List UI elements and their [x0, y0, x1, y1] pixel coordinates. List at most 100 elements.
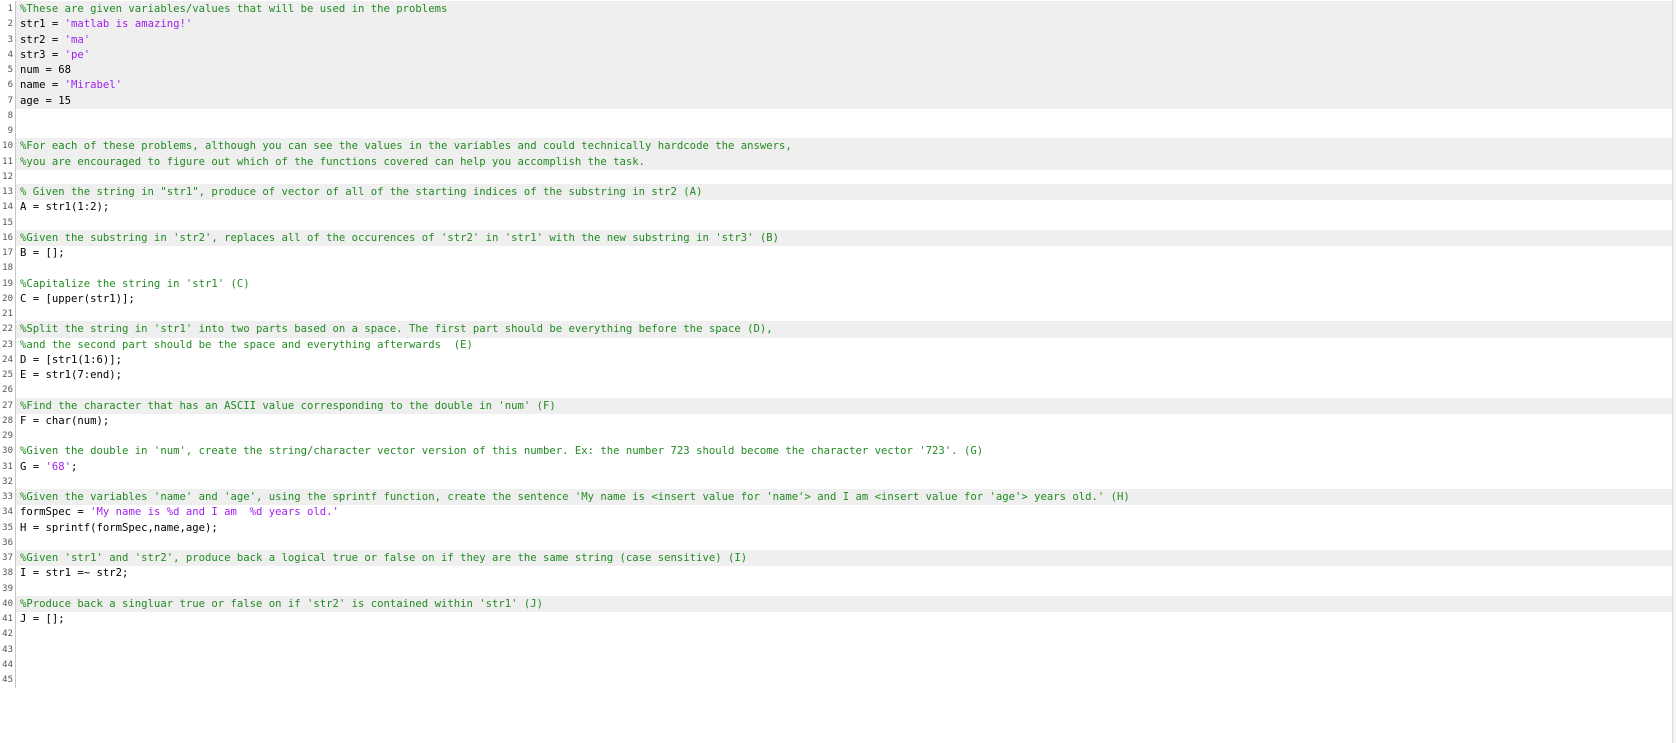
- code-line[interactable]: 3 str2 = 'ma': [0, 31, 1676, 48]
- line-content[interactable]: [16, 169, 1676, 185]
- code-line[interactable]: 15: [0, 214, 1676, 231]
- code-line[interactable]: 26: [0, 382, 1676, 399]
- code-line[interactable]: 40 %Produce back a singluar true or false…: [0, 595, 1676, 613]
- code-text: I = str1 =~ str2;: [20, 567, 129, 580]
- line-content[interactable]: %Given the double in 'num', create the s…: [16, 443, 1676, 459]
- line-content[interactable]: [16, 581, 1676, 597]
- line-content[interactable]: F = char(num);: [16, 413, 1676, 429]
- line-content[interactable]: D = [str1(1:6)];: [16, 352, 1676, 368]
- line-content[interactable]: [16, 123, 1676, 139]
- comment-text: %These are given variables/values that w…: [20, 3, 448, 16]
- code-line[interactable]: 28 F = char(num);: [0, 412, 1676, 430]
- code-line[interactable]: 37 %Given 'str1' and 'str2', produce back…: [0, 550, 1676, 567]
- code-line[interactable]: 8: [0, 107, 1676, 125]
- line-content[interactable]: num = 68: [16, 62, 1676, 79]
- line-content[interactable]: A = str1(1:2);: [16, 199, 1676, 215]
- code-line[interactable]: 23 %and the second part should be the spa…: [0, 336, 1676, 353]
- vertical-scrollbar[interactable]: [1672, 0, 1676, 743]
- line-content[interactable]: H = sprintf(formSpec,name,age);: [16, 520, 1676, 536]
- line-content[interactable]: [16, 382, 1676, 398]
- code-line[interactable]: 14 A = str1(1:2);: [0, 199, 1676, 216]
- code-line[interactable]: 35 H = sprintf(formSpec,name,age);: [0, 519, 1676, 536]
- line-number: 27: [2, 400, 13, 411]
- code-line[interactable]: 22 %Split the string in 'str1' into two p…: [0, 321, 1676, 338]
- line-content[interactable]: [16, 260, 1676, 276]
- line-content[interactable]: C = [upper(str1)];: [16, 291, 1676, 307]
- code-line[interactable]: 11 %you are encouraged to figure out whic…: [0, 153, 1676, 170]
- line-content[interactable]: E = str1(7:end);: [16, 367, 1676, 383]
- code-line[interactable]: 2 str1 = 'matlab is amazing!': [0, 16, 1676, 33]
- code-line[interactable]: 44: [0, 656, 1676, 674]
- code-line[interactable]: 19 %Capitalize the string in 'str1' (C): [0, 275, 1676, 292]
- line-content[interactable]: G = '68';: [16, 459, 1676, 475]
- line-number: 41: [2, 614, 13, 625]
- string-literal: 'My name is %d and I am %d years old.': [90, 506, 339, 519]
- code-line[interactable]: 36: [0, 534, 1676, 552]
- line-content[interactable]: [16, 215, 1676, 231]
- line-content[interactable]: formSpec = 'My name is %d and I am %d ye…: [16, 504, 1676, 520]
- line-content[interactable]: %For each of these problems, although yo…: [16, 138, 1676, 155]
- code-line[interactable]: 20 C = [upper(str1)];: [0, 290, 1676, 308]
- line-number: 40: [2, 598, 13, 609]
- code-line[interactable]: 9: [0, 123, 1676, 140]
- code-line[interactable]: 30 %Given the double in 'num', create the…: [0, 443, 1676, 460]
- code-line[interactable]: 7 age = 15: [0, 92, 1676, 109]
- code-line[interactable]: 33 %Given the variables 'name' and 'age',…: [0, 489, 1676, 506]
- code-line[interactable]: 17 B = [];: [0, 245, 1676, 262]
- code-line[interactable]: 18: [0, 260, 1676, 277]
- code-line[interactable]: 5 num = 68: [0, 62, 1676, 79]
- code-editor[interactable]: 1 %These are given variables/values that …: [0, 0, 1676, 743]
- line-content[interactable]: [16, 306, 1676, 322]
- code-line[interactable]: 41 J = [];: [0, 611, 1676, 628]
- code-line[interactable]: 32: [0, 473, 1676, 491]
- line-content[interactable]: [16, 657, 1676, 673]
- line-content[interactable]: [16, 672, 1676, 688]
- line-content[interactable]: I = str1 =~ str2;: [16, 565, 1676, 581]
- line-content[interactable]: % Given the string in "str1", produce of…: [16, 184, 1676, 201]
- code-line[interactable]: 43: [0, 641, 1676, 658]
- code-line[interactable]: 24 D = [str1(1:6)];: [0, 351, 1676, 369]
- code-line[interactable]: 45: [0, 672, 1676, 689]
- line-number: 24: [2, 354, 13, 365]
- line-content[interactable]: %These are given variables/values that w…: [16, 1, 1676, 18]
- code-line[interactable]: 29: [0, 428, 1676, 445]
- code-line[interactable]: 21: [0, 306, 1676, 323]
- code-line[interactable]: 39: [0, 580, 1676, 597]
- code-line[interactable]: 10 %For each of these problems, although …: [0, 138, 1676, 155]
- line-content[interactable]: %Produce back a singluar true or false o…: [16, 595, 1676, 613]
- code-line[interactable]: 16 %Given the substring in 'str2', replac…: [0, 229, 1676, 247]
- line-content[interactable]: %Given the substring in 'str2', replaces…: [16, 229, 1676, 247]
- code-line[interactable]: 4 str3 = 'pe': [0, 46, 1676, 64]
- code-line[interactable]: 13 % Given the string in "str1", produce …: [0, 184, 1676, 201]
- line-content[interactable]: %Given the variables 'name' and 'age', u…: [16, 489, 1676, 506]
- code-line[interactable]: 42: [0, 626, 1676, 643]
- code-line[interactable]: 27 %Find the character that has an ASCII …: [0, 397, 1676, 414]
- code-line[interactable]: 34 formSpec = 'My name is %d and I am %d …: [0, 504, 1676, 521]
- code-line[interactable]: 1 %These are given variables/values that …: [0, 1, 1676, 18]
- line-content[interactable]: [16, 428, 1676, 444]
- line-content[interactable]: %and the second part should be the space…: [16, 337, 1676, 353]
- code-line[interactable]: 12: [0, 168, 1676, 186]
- line-content[interactable]: str2 = 'ma': [16, 31, 1676, 48]
- comment-text: %you are encouraged to figure out which …: [20, 155, 646, 168]
- code-line[interactable]: 31 G = '68';: [0, 458, 1676, 475]
- code-line[interactable]: 25 E = str1(7:end);: [0, 367, 1676, 384]
- code-line[interactable]: 6 name = 'Mirabel': [0, 77, 1676, 94]
- line-content[interactable]: %Split the string in 'str1' into two par…: [16, 321, 1676, 338]
- line-content[interactable]: B = [];: [16, 245, 1676, 261]
- code-line[interactable]: 38 I = str1 =~ str2;: [0, 565, 1676, 582]
- line-content[interactable]: [16, 108, 1676, 124]
- line-content[interactable]: [16, 535, 1676, 551]
- line-content[interactable]: [16, 474, 1676, 490]
- line-content[interactable]: J = [];: [16, 611, 1676, 627]
- line-content[interactable]: age = 15: [16, 92, 1676, 109]
- line-content[interactable]: %you are encouraged to figure out which …: [16, 153, 1676, 170]
- line-content[interactable]: [16, 642, 1676, 658]
- line-content[interactable]: %Given 'str1' and 'str2', produce back a…: [16, 550, 1676, 567]
- line-content[interactable]: name = 'Mirabel': [16, 77, 1676, 94]
- line-content[interactable]: %Capitalize the string in 'str1' (C): [16, 276, 1676, 292]
- line-content[interactable]: [16, 626, 1676, 642]
- line-content[interactable]: %Find the character that has an ASCII va…: [16, 397, 1676, 414]
- line-content[interactable]: str1 = 'matlab is amazing!': [16, 16, 1676, 33]
- line-content[interactable]: str3 = 'pe': [16, 46, 1676, 64]
